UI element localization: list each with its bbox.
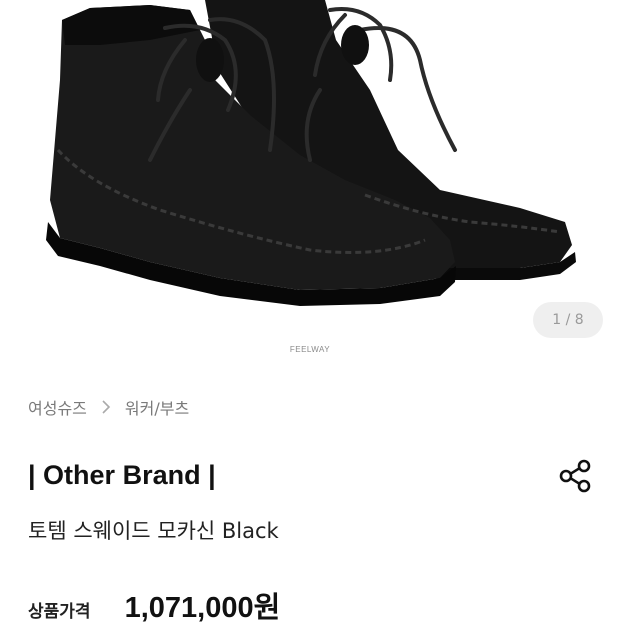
brand-link[interactable]: | Other Brand | — [28, 460, 216, 490]
price-row: 상품가격 1,071,000원 — [28, 584, 280, 624]
price-label: 상품가격 — [28, 602, 91, 622]
breadcrumb-item-walker-boots[interactable]: 워커/부츠 — [125, 395, 189, 419]
watermark: FEELWAY — [289, 345, 331, 354]
breadcrumb: 여성슈즈 워커/부츠 — [28, 394, 189, 420]
brand-name: | Other Brand | — [28, 456, 216, 494]
share-icon — [559, 459, 591, 493]
chevron-right-icon — [101, 399, 111, 415]
share-button[interactable] — [556, 456, 596, 496]
product-image-gallery[interactable]: 1 / 8 FEELWAY — [0, 0, 620, 370]
image-counter: 1 / 8 — [533, 302, 603, 338]
product-name: 토템 스웨이드 모카신 Black — [28, 519, 279, 543]
breadcrumb-item-womens-shoes[interactable]: 여성슈즈 — [28, 395, 87, 419]
product-image — [46, 0, 576, 306]
